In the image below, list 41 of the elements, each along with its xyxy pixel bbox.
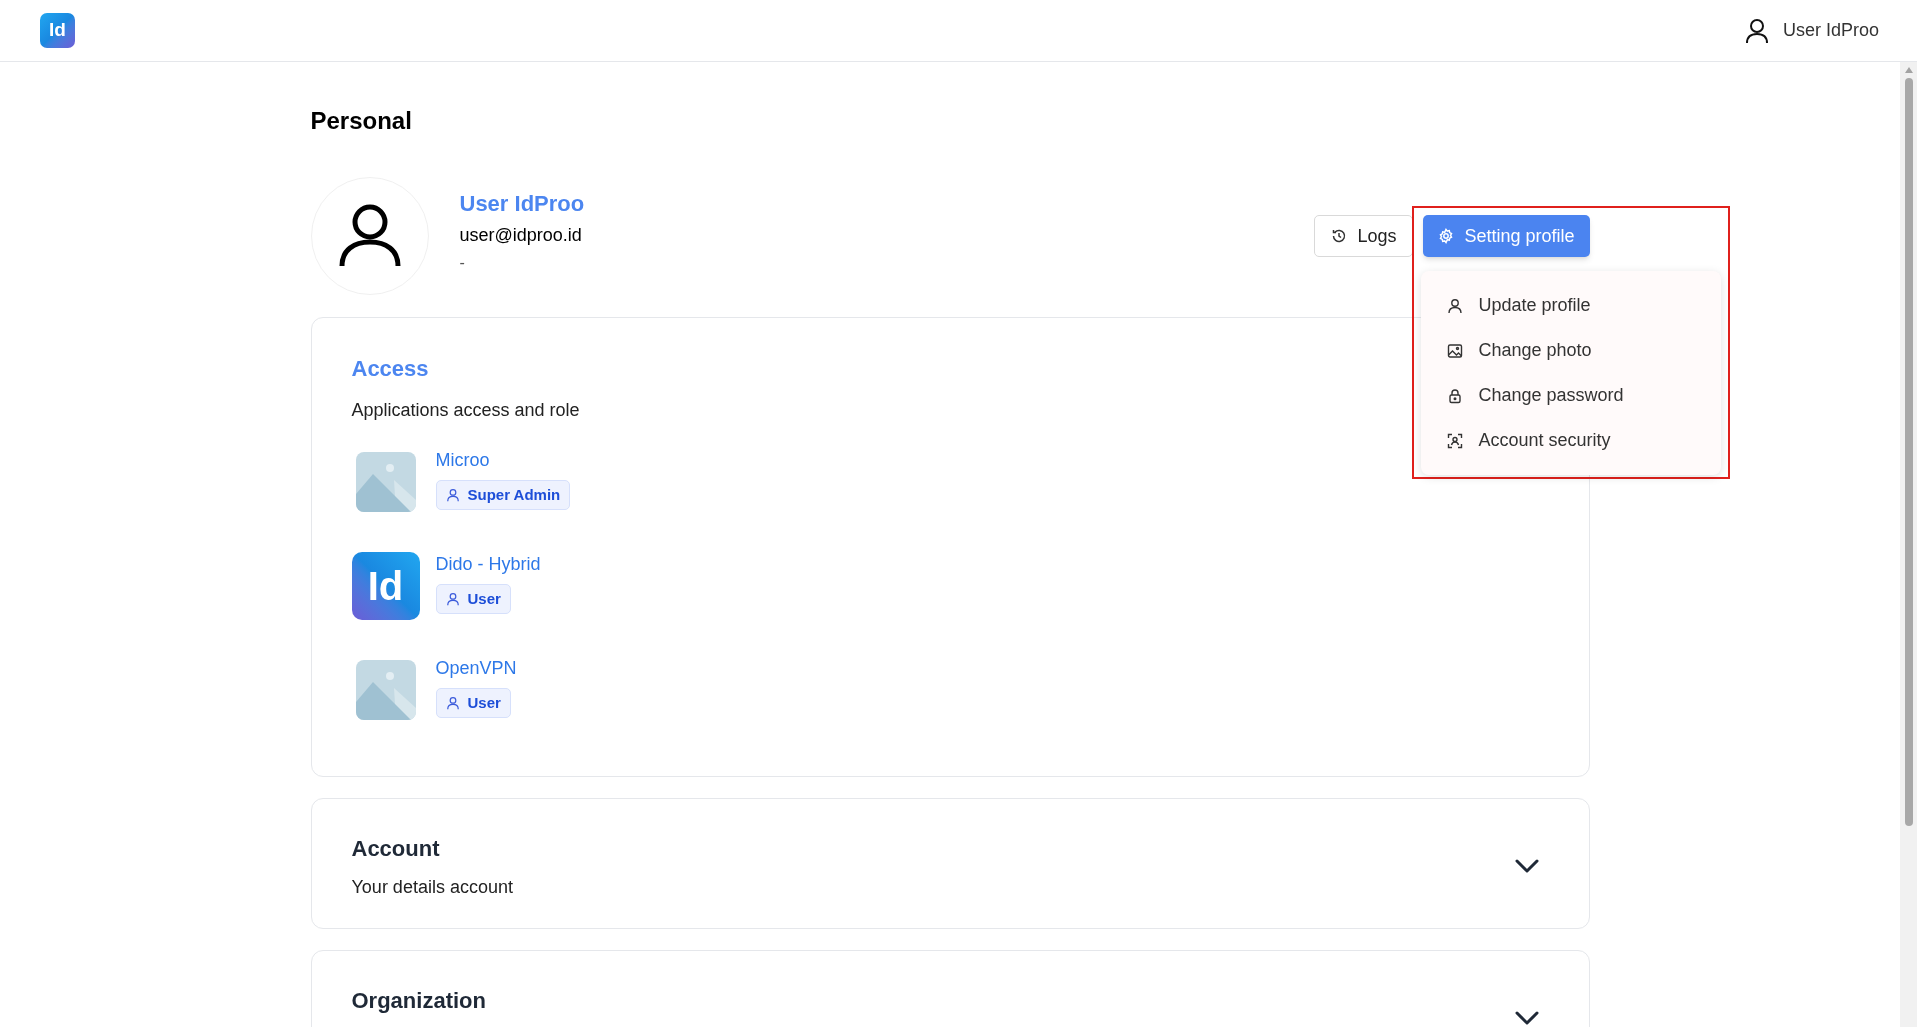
scan-user-icon <box>1446 432 1463 449</box>
app-name[interactable]: Dido - Hybrid <box>435 552 541 576</box>
person-icon <box>338 204 401 268</box>
settings-icon <box>1438 228 1455 244</box>
setting-profile-button[interactable]: Setting profile <box>1423 215 1590 257</box>
menu-item[interactable]: Change photo <box>1420 328 1721 373</box>
role-badge: User <box>435 688 511 718</box>
role-badge: User <box>435 584 511 614</box>
section-title: Organization <box>351 987 486 1015</box>
user-icon[interactable] <box>1744 17 1769 44</box>
profile-email: user@idproo.id <box>459 224 583 247</box>
logs-button[interactable]: Logs <box>1314 215 1414 257</box>
section-title: Account <box>351 835 441 863</box>
menu-item[interactable]: Change password <box>1420 373 1721 418</box>
history-icon <box>1331 228 1348 244</box>
app-logo: Id <box>351 552 420 620</box>
app-name[interactable]: OpenVPN <box>435 656 517 680</box>
page-title: Personal <box>310 106 413 136</box>
chevron-down-icon[interactable] <box>1514 1011 1539 1025</box>
logo[interactable]: Id <box>40 13 75 48</box>
scrollbar[interactable] <box>1900 62 1917 1027</box>
user-icon <box>445 592 460 606</box>
section-card[interactable]: Account Your details account <box>310 798 1590 929</box>
card-subtitle: Applications access and role <box>351 399 581 422</box>
user-icon <box>445 488 460 502</box>
menu-item[interactable]: Update profile <box>1420 283 1721 328</box>
chevron-down-icon[interactable] <box>1514 859 1539 873</box>
lock-icon <box>1446 387 1463 404</box>
profile-name: User IdProo <box>459 190 585 218</box>
user-icon <box>1446 297 1463 314</box>
section-subtitle: Your details account <box>351 876 513 899</box>
user-name[interactable]: User IdProo <box>1782 17 1879 44</box>
app-name[interactable]: Microo <box>435 448 490 472</box>
profile-note: - <box>459 253 466 273</box>
section-card[interactable]: Organization <box>310 950 1590 1027</box>
card-title: Access <box>351 355 430 383</box>
menu-item[interactable]: Account security <box>1420 418 1721 463</box>
image-icon <box>1446 342 1463 359</box>
scrollbar-thumb[interactable] <box>1904 78 1913 826</box>
user-icon <box>445 696 460 710</box>
role-badge: Super Admin <box>435 480 571 510</box>
